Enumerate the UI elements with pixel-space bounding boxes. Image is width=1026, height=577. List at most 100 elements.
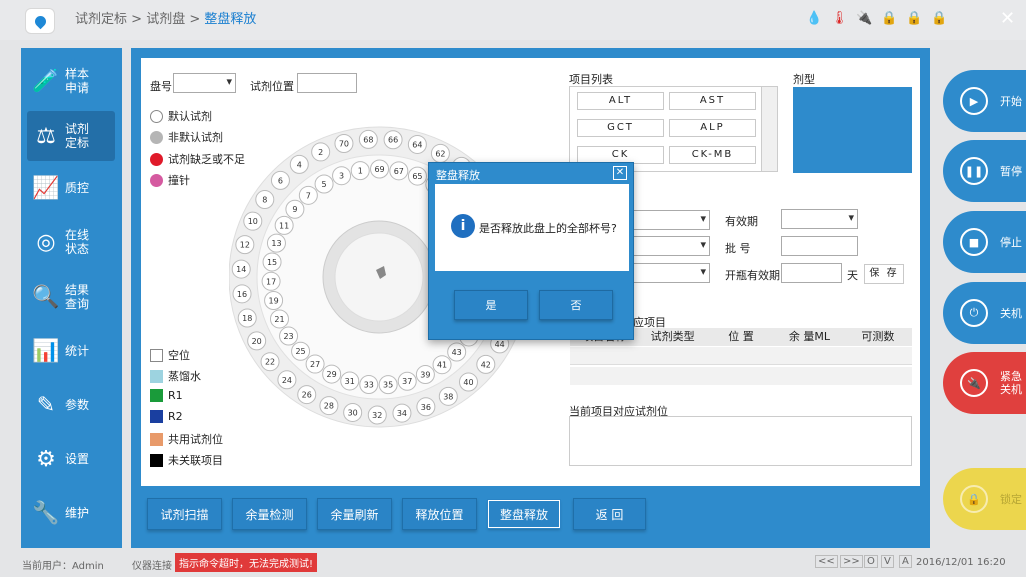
nav-result-query[interactable]: 🔍 结果 查询	[27, 272, 115, 322]
bar-chart-icon: 📊	[32, 338, 60, 364]
lock-button[interactable]: 🔒 锁定	[943, 468, 1026, 530]
start-button[interactable]: ▶ 开始	[943, 70, 1026, 132]
slot-number: 21	[274, 315, 284, 324]
nav-first[interactable]: <<	[815, 555, 838, 568]
position-input[interactable]	[297, 73, 357, 93]
project-gct[interactable]: GCT	[577, 119, 664, 137]
nav-reagent-calibration[interactable]: ⚖ 试剂 定标	[27, 111, 115, 161]
type-label: 剂型	[793, 73, 815, 86]
shutdown-button[interactable]: ⏻ 关机	[943, 282, 1026, 344]
window-close-icon[interactable]: ✕	[1000, 8, 1015, 29]
nav-maintenance[interactable]: 🔧 维护	[27, 488, 115, 538]
lot-input[interactable]	[781, 236, 858, 256]
col-remain: 余 量ML	[788, 330, 830, 343]
select-2[interactable]	[633, 236, 710, 256]
remain-check-button[interactable]: 余量检测	[232, 498, 307, 530]
lock-red-icon[interactable]: 🔒	[931, 10, 947, 28]
swatch-icon	[150, 369, 163, 383]
project-ast[interactable]: AST	[669, 92, 756, 110]
legend-label: 空位	[168, 349, 190, 362]
slot-number: 15	[267, 258, 277, 267]
swatch-icon	[150, 432, 163, 446]
nav-quality-control[interactable]: 📈 质控	[27, 163, 115, 213]
slot-number: 23	[283, 332, 293, 341]
nav-parameters[interactable]: ✎ 参数	[27, 380, 115, 430]
nav-last[interactable]: >>	[840, 555, 863, 568]
disk-select[interactable]	[173, 73, 236, 93]
slot-number: 10	[248, 217, 258, 226]
project-ckmb[interactable]: CK-MB	[669, 146, 756, 164]
release-position-button[interactable]: 释放位置	[402, 498, 477, 530]
lock-yellow-icon[interactable]: 🔒	[906, 10, 922, 28]
legend-needle: 撞针	[150, 172, 190, 188]
reagent-type-box	[793, 87, 912, 173]
nav-a[interactable]: A	[899, 555, 912, 568]
nav-label: 试剂 定标	[65, 122, 90, 150]
pause-button[interactable]: ❚❚ 暂停	[943, 140, 1026, 202]
project-alp[interactable]: ALP	[669, 119, 756, 137]
slot-number: 39	[420, 371, 430, 380]
select-3[interactable]	[633, 263, 710, 283]
legend-label: 非默认试剂	[168, 131, 223, 144]
stop-button[interactable]: ■ 停止	[943, 211, 1026, 273]
start-label: 开始	[1000, 94, 1022, 108]
table-row[interactable]	[570, 367, 912, 385]
lock-teal-icon[interactable]: 🔒	[881, 10, 897, 28]
breadcrumb-1[interactable]: 试剂定标	[75, 12, 127, 27]
slot-number: 67	[394, 167, 404, 176]
nav-v[interactable]: V	[881, 555, 894, 568]
valid-label: 有效期	[725, 215, 758, 228]
pink-dot-icon	[150, 173, 163, 187]
reagent-scan-button[interactable]: 试剂扫描	[147, 498, 222, 530]
slot-number: 69	[374, 165, 384, 174]
remain-refresh-button[interactable]: 余量刷新	[317, 498, 392, 530]
legend-label: R1	[168, 389, 183, 402]
nav-online-status[interactable]: ◎ 在线 状态	[27, 217, 115, 267]
select-1[interactable]	[633, 210, 710, 230]
connection-icon[interactable]: 🔌	[856, 10, 872, 28]
breadcrumb-sep: >	[189, 12, 201, 27]
slot-number: 68	[363, 135, 373, 144]
emergency-shutdown-button[interactable]: 🔌 紧急 关机	[943, 352, 1026, 414]
close-icon[interactable]: ✕	[613, 166, 627, 180]
thermometer-icon[interactable]: 🌡	[831, 10, 848, 28]
pause-icon: ❚❚	[960, 157, 988, 185]
edit-icon: ✎	[36, 392, 56, 418]
nav-statistics[interactable]: 📊 统计	[27, 326, 115, 376]
legend-label: 蒸馏水	[168, 370, 201, 383]
breadcrumb-2[interactable]: 试剂盘	[146, 12, 185, 27]
slot-number: 5	[322, 180, 327, 189]
stop-icon: ■	[960, 228, 988, 256]
slot-number: 19	[268, 297, 278, 306]
play-icon: ▶	[960, 87, 988, 115]
slot-number: 36	[421, 403, 431, 412]
slot-number: 33	[364, 381, 374, 390]
open-valid-input[interactable]	[781, 263, 842, 283]
water-drop-icon[interactable]: 💧	[806, 10, 822, 28]
nav-o[interactable]: O	[864, 555, 878, 568]
table-row[interactable]	[570, 347, 912, 365]
no-button[interactable]: 否	[539, 290, 613, 320]
project-alt[interactable]: ALT	[577, 92, 664, 110]
nav-settings[interactable]: ⚙ 设置	[27, 434, 115, 484]
line-chart-icon: 📈	[32, 175, 60, 201]
project-scrollbar[interactable]	[761, 87, 777, 171]
balance-icon: ⚖	[36, 123, 56, 149]
nav-sample-request[interactable]: 🧪 样本 申请	[27, 56, 115, 106]
slot-number: 16	[237, 290, 247, 299]
yes-button[interactable]: 是	[454, 290, 528, 320]
slot-number: 8	[262, 196, 267, 205]
dialog-body: i 是否释放此盘上的全部杯号?	[435, 184, 629, 271]
valid-select[interactable]	[781, 209, 858, 229]
red-dot-icon	[150, 152, 163, 166]
slot-number: 12	[240, 241, 250, 250]
slot-number: 66	[388, 136, 398, 145]
save-button[interactable]: 保 存	[864, 264, 904, 284]
slot-number: 3	[339, 172, 344, 181]
legend-default: 默认试剂	[150, 108, 212, 124]
release-all-button[interactable]: 整盘释放	[487, 499, 561, 529]
breadcrumb: 试剂定标 > 试剂盘 > 整盘释放	[75, 8, 256, 27]
current-user: 当前用户：Admin	[22, 561, 104, 572]
return-button[interactable]: 返 回	[573, 498, 646, 530]
project-list-label: 项目列表	[569, 73, 613, 86]
